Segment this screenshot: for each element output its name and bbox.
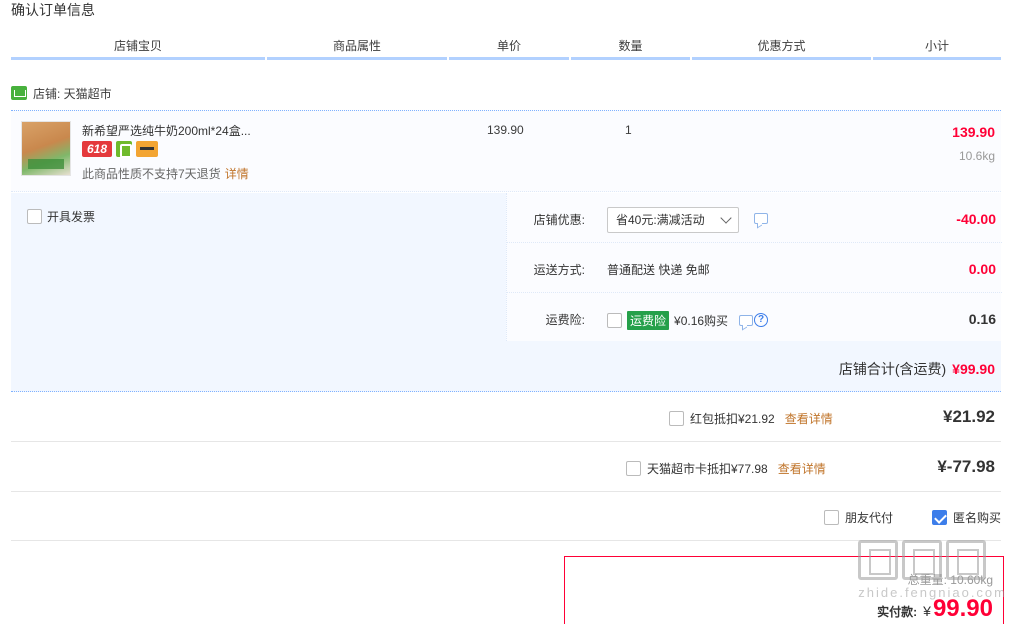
- shop-discount-label: 店铺优惠:: [533, 213, 585, 227]
- help-icon[interactable]: ?: [754, 313, 768, 327]
- shop-discount-value: -40.00: [956, 211, 996, 227]
- anonymous-purchase-option[interactable]: 匿名购买: [932, 509, 1001, 526]
- column-header-unit-price: 单价: [449, 36, 569, 60]
- shipping-insurance-tag: 运费险: [627, 311, 670, 330]
- friend-pay-checkbox[interactable]: [824, 510, 839, 525]
- supermarket-card-option[interactable]: 天猫超市卡抵扣¥77.98 查看详情: [626, 460, 826, 477]
- shipping-insurance-option[interactable]: 运费险 ¥0.16购买: [607, 311, 728, 330]
- red-packet-checkbox[interactable]: [669, 411, 684, 426]
- friend-pay-option[interactable]: 朋友代付: [824, 509, 893, 526]
- invoice-option[interactable]: 开具发票: [27, 208, 95, 225]
- shop-total-label: 店铺合计(含运费): [838, 361, 947, 377]
- column-headers: 店铺宝贝 商品属性 单价 数量 优惠方式 小计: [11, 36, 1001, 60]
- supermarket-card-deduction-row: 天猫超市卡抵扣¥77.98 查看详情 ¥-77.98: [11, 443, 1001, 492]
- red-packet-amount: ¥21.92: [943, 407, 995, 426]
- shipping-insurance-price: ¥0.16购买: [674, 314, 729, 328]
- shipping-method-text: 普通配送 快递 免邮: [607, 263, 710, 277]
- payment-summary: 总重量: 10.60kg 实付款: ¥ 99.90: [564, 556, 1004, 624]
- order-item-row: 新希望严选纯牛奶200ml*24盒... 618 此商品性质不支持7天退货 详情 …: [11, 110, 1001, 192]
- product-thumbnail[interactable]: [21, 121, 71, 176]
- unit-price: 139.90: [487, 123, 524, 137]
- actual-payment: 实付款: ¥ 99.90: [877, 595, 993, 623]
- shipping-insurance-value: 0.16: [968, 311, 996, 327]
- column-header-shop-item: 店铺宝贝: [11, 36, 265, 60]
- shop-header: 店铺: 天猫超市: [11, 84, 112, 102]
- shop-discount-row: 店铺优惠: 省40元:满减活动 -40.00: [507, 193, 1002, 243]
- item-subtotal: 139.90: [952, 124, 995, 140]
- page-title: 确认订单信息: [11, 2, 95, 18]
- shop-total: 店铺合计(含运费) ¥99.90: [839, 359, 995, 379]
- return-policy-note: 此商品性质不支持7天退货 详情: [82, 165, 249, 182]
- actual-payment-amount: 99.90: [932, 595, 993, 622]
- shop-icon: [11, 86, 27, 100]
- shipping-method-row: 运送方式: 普通配送 快递 免邮 0.00: [507, 243, 1002, 293]
- column-header-quantity: 数量: [571, 36, 690, 60]
- anonymous-purchase-label: 匿名购买: [953, 511, 1002, 525]
- shop-options-panel: 店铺优惠: 省40元:满减活动 -40.00 运送方式: 普通配送 快递 免邮 …: [506, 193, 1002, 343]
- quantity-value: 1: [625, 123, 632, 137]
- invoice-checkbox[interactable]: [27, 209, 42, 224]
- shop-discount-select[interactable]: 省40元:满减活动: [607, 207, 739, 233]
- column-header-subtotal: 小计: [873, 36, 1001, 60]
- supermarket-card-label: 天猫超市卡抵扣¥77.98: [647, 462, 768, 476]
- red-packet-details-link[interactable]: 查看详情: [785, 410, 833, 427]
- product-badges: 618: [82, 141, 158, 158]
- guarantee-badge-icon: [116, 141, 132, 158]
- column-header-attributes: 商品属性: [267, 36, 447, 60]
- total-weight: 总重量: 10.60kg: [907, 573, 993, 587]
- invoice-label: 开具发票: [47, 210, 96, 224]
- promo-618-badge: 618: [82, 141, 112, 157]
- supermarket-card-details-link[interactable]: 查看详情: [778, 460, 826, 477]
- red-packet-label: 红包抵扣¥21.92: [690, 412, 775, 426]
- supermarket-card-amount: ¥-77.98: [937, 457, 995, 476]
- shipping-fee-value: 0.00: [968, 261, 996, 277]
- chevron-down-icon: [720, 212, 732, 224]
- item-weight: 10.6kg: [958, 149, 995, 163]
- message-icon[interactable]: [754, 213, 768, 224]
- extra-options-row: 朋友代付 匿名购买: [11, 492, 1001, 541]
- currency-symbol: ¥: [923, 603, 931, 619]
- shop-name[interactable]: 店铺: 天猫超市: [33, 85, 112, 102]
- shipping-insurance-row: 运费险: 运费险 ¥0.16购买 ? 0.16: [507, 293, 1002, 343]
- actual-payment-label: 实付款:: [877, 605, 918, 619]
- column-header-discount-method: 优惠方式: [692, 36, 871, 60]
- product-title[interactable]: 新希望严选纯牛奶200ml*24盒...: [82, 122, 251, 139]
- shipping-insurance-checkbox[interactable]: [607, 313, 622, 328]
- shop-discount-selected: 省40元:满减活动: [616, 213, 705, 227]
- order-options-panel: 开具发票 店铺优惠: 省40元:满减活动 -40.00 运送方式: 普通配送 快…: [11, 193, 1002, 392]
- credit-card-badge-icon: [136, 141, 158, 157]
- shipping-insurance-label: 运费险:: [545, 313, 585, 327]
- red-packet-deduction-row: 红包抵扣¥21.92 查看详情 ¥21.92: [11, 393, 1001, 442]
- anonymous-purchase-checkbox[interactable]: [932, 510, 947, 525]
- red-packet-option[interactable]: 红包抵扣¥21.92 查看详情: [669, 410, 833, 427]
- return-policy-text: 此商品性质不支持7天退货: [82, 167, 221, 181]
- supermarket-card-checkbox[interactable]: [626, 461, 641, 476]
- shop-total-amount: ¥99.90: [952, 361, 995, 377]
- return-policy-details-link[interactable]: 详情: [225, 167, 249, 181]
- message-icon[interactable]: [739, 315, 753, 326]
- friend-pay-label: 朋友代付: [845, 511, 894, 525]
- shipping-method-label: 运送方式:: [533, 263, 585, 277]
